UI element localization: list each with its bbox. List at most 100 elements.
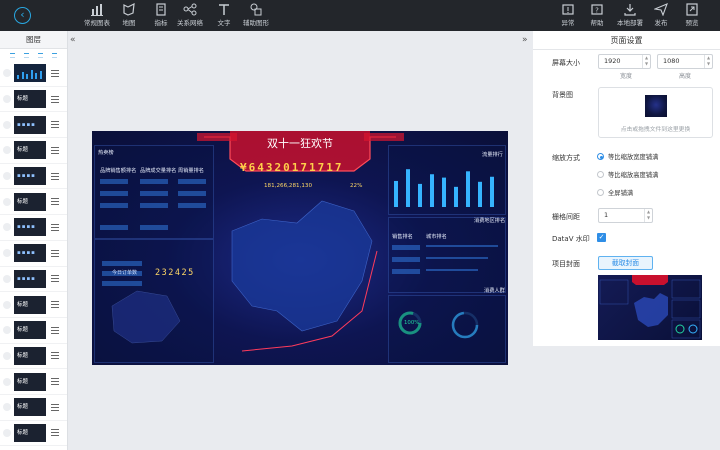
layer-toolbar [0,49,67,61]
visibility-icon[interactable] [3,428,11,437]
tool-network[interactable]: 关系网络 [177,3,203,29]
scale-option-width[interactable]: 等比缩放宽度铺满 [597,152,658,161]
tool-shapes[interactable]: 辅助图形 [243,3,269,29]
height-input[interactable]: 1080 ▲ ▼ [657,54,713,69]
tool-help[interactable]: ? 帮助 [590,3,604,29]
thumb-bar [35,73,37,80]
visibility-icon[interactable] [3,351,11,360]
cover-label: 项目封面 [552,260,580,268]
spinner-icon[interactable]: ▲ ▼ [704,55,712,68]
layer-item[interactable]: 标题 [0,189,67,216]
layer-item[interactable]: 标题 [0,421,67,447]
visibility-icon[interactable] [3,69,11,78]
visibility-icon[interactable] [3,223,11,232]
visibility-icon[interactable] [3,249,11,258]
today-value: 232425 [155,268,195,278]
rate-ring-value: 100% [404,320,420,326]
watermark-checkbox[interactable]: ✓ [597,233,606,242]
visibility-icon[interactable] [3,274,11,283]
spinner-icon[interactable]: ▲ ▼ [644,209,652,222]
drag-handle-icon[interactable] [51,68,59,79]
layer-thumbnail: 标题 [14,423,46,442]
layer-label: 标题 [17,378,29,385]
tool-publish[interactable]: 发布 [654,3,668,29]
tool-map[interactable]: 地图 [122,3,136,29]
drag-handle-icon[interactable] [51,119,59,130]
grid-input[interactable]: 1 ▲ ▼ [598,208,653,223]
collapse-right-icon[interactable]: » [522,35,528,45]
scale-option-label: 等比缩放宽度铺满 [608,154,659,161]
move-bottom-icon[interactable] [51,52,57,58]
scale-option-full[interactable]: 全屏铺满 [597,188,633,197]
grid-label: 栅格间距 [552,213,580,221]
layer-item[interactable] [0,61,67,87]
tool-indicator[interactable]: 指标 [154,3,168,29]
drag-handle-icon[interactable] [51,325,59,336]
layer-item[interactable]: ▪▪▪▪ [0,215,67,241]
move-down-icon[interactable] [24,52,30,58]
scale-option-height[interactable]: 等比缩放高度铺满 [597,170,658,179]
layer-item[interactable]: 标题 [0,138,67,164]
mini-bar [140,203,168,208]
drag-handle-icon[interactable] [51,171,59,182]
collapse-left-icon[interactable]: « [70,35,76,45]
visibility-icon[interactable] [3,95,11,104]
layer-thumbnail: 标题 [14,372,46,391]
spinner-icon[interactable]: ▲ ▼ [642,55,650,68]
layer-item[interactable]: ▪▪▪▪ [0,112,67,139]
layer-item[interactable]: 标题 [0,395,67,421]
visibility-icon[interactable] [3,120,11,129]
layer-label: 标题 [17,352,29,359]
shapes-icon [250,3,262,16]
visibility-icon[interactable] [3,172,11,181]
tool-exception[interactable]: 异常 [561,3,575,29]
tool-label: 发布 [654,19,668,27]
background-upload[interactable]: 点击或拖拽文件到这里更换 [598,87,713,138]
tool-preview[interactable]: 预览 [685,3,699,29]
layer-item[interactable]: 标题 [0,292,67,318]
layer-thumbnail [14,64,46,83]
layer-label: 标题 [17,301,29,308]
drag-handle-icon[interactable] [51,273,59,284]
visibility-icon[interactable] [3,403,11,412]
layer-item[interactable]: ▪▪▪▪ [0,241,67,267]
layer-item[interactable]: 标题 [0,369,67,395]
drag-handle-icon[interactable] [51,222,59,233]
width-input[interactable]: 1920 ▲ ▼ [598,54,651,69]
visibility-icon[interactable] [3,146,11,155]
tool-local-deploy[interactable]: 本地部署 [617,3,643,29]
tool-common-chart[interactable]: 常规图表 [84,3,110,29]
layer-item[interactable]: 标题 [0,446,67,450]
drag-handle-icon[interactable] [51,350,59,361]
move-top-icon[interactable] [37,52,43,58]
layer-item[interactable]: ▪▪▪▪ [0,164,67,190]
top-toolbar: ‹ 常规图表 地图 指标 关系网络 文字 辅助图形 异常 ? 帮助 本地部署 发… [0,0,720,31]
canvas-dashboard[interactable]: 热卖榜 品牌销售额排名 品牌成交量排名 周销量排名 流量排行 消费地区排名 销售… [92,131,508,365]
layer-item[interactable]: 标题 [0,87,67,113]
layer-item[interactable]: 标题 [0,318,67,344]
tool-label: 异常 [561,19,575,27]
dashboard-total: ¥64320171717 [240,161,344,174]
visibility-icon[interactable] [3,197,11,206]
drag-handle-icon[interactable] [51,376,59,387]
drag-handle-icon[interactable] [51,402,59,413]
layer-item[interactable]: 标题 [0,344,67,370]
visibility-icon[interactable] [3,300,11,309]
traffic-panel [94,239,214,363]
visibility-icon[interactable] [3,377,11,386]
capture-cover-button[interactable]: 截取封面 [598,256,653,270]
drag-handle-icon[interactable] [51,427,59,438]
back-button[interactable]: ‹ [14,7,31,24]
drag-handle-icon[interactable] [51,145,59,156]
tool-text[interactable]: 文字 [217,3,231,29]
tool-label: 地图 [122,19,136,27]
visibility-icon[interactable] [3,326,11,335]
drag-handle-icon[interactable] [51,94,59,105]
drag-handle-icon[interactable] [51,299,59,310]
layer-item[interactable]: ▪▪▪▪ [0,267,67,293]
drag-handle-icon[interactable] [51,196,59,207]
panel-title: 周销量排名 [178,168,204,174]
move-up-icon[interactable] [10,52,16,58]
mini-bar [140,225,168,230]
drag-handle-icon[interactable] [51,248,59,259]
